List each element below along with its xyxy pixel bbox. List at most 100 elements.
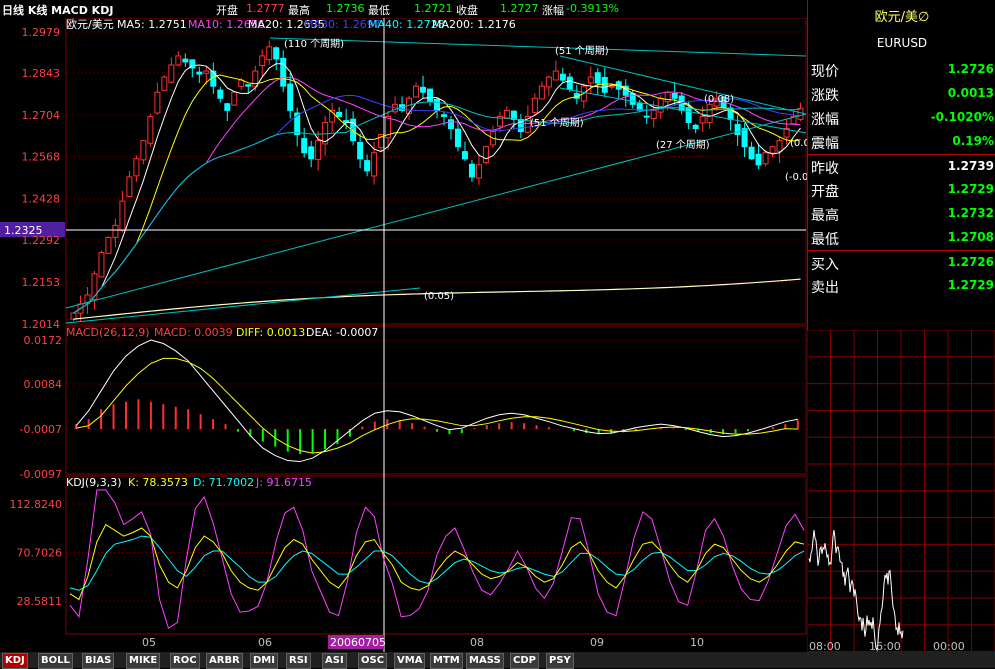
- low-value: 1.2721: [414, 2, 453, 15]
- candle-body: [566, 76, 573, 90]
- tab-vma[interactable]: VMA: [394, 653, 426, 669]
- quote-row-value: 1.2739: [947, 159, 994, 173]
- month-tick-label: 10: [690, 636, 704, 649]
- tab-mass[interactable]: MASS: [466, 653, 504, 669]
- indicator-tab-bar: KDJ BOLL BIAS MIKE ROC ARBR DMI RSI ASI OSC VMA MTM…: [0, 652, 995, 669]
- quote-row-value: 1.2726: [947, 62, 994, 76]
- mini-time-label: 16:00: [869, 640, 901, 652]
- candle-body: [531, 97, 538, 113]
- tab-kdj[interactable]: KDJ: [2, 653, 28, 669]
- candle-body: [427, 88, 434, 102]
- tab-boll[interactable]: BOLL: [38, 653, 73, 669]
- candle-body: [643, 115, 650, 118]
- candle-body: [454, 128, 461, 148]
- tab-arbr[interactable]: ARBR: [206, 653, 243, 669]
- quote-row-label: 最低: [811, 232, 839, 248]
- candle-body: [636, 103, 643, 111]
- quote-row: 昨收 1.2739: [808, 154, 995, 179]
- chart-area[interactable]: 1.2325(110 个周期)(51 个周期)(51 个周期)(27 个周期)(…: [0, 18, 807, 652]
- month-tick-label: 08: [470, 636, 484, 649]
- price-tick-label: 1.2292: [22, 234, 61, 247]
- open-value: 1.2777: [246, 2, 285, 15]
- candle-body: [552, 70, 559, 81]
- tab-psy[interactable]: PSY: [546, 653, 574, 669]
- tab-asi[interactable]: ASI: [322, 653, 347, 669]
- close-value: 1.2727: [500, 2, 539, 15]
- quote-row-label: 开盘: [811, 184, 839, 200]
- quote-row: 最高 1.2732: [808, 202, 995, 226]
- candle-body: [587, 76, 594, 84]
- quote-row-value: 1.2729: [947, 278, 994, 292]
- quote-row-value: -0.1020%: [930, 110, 994, 124]
- period-annotation: (0.0: [790, 138, 807, 149]
- tab-osc[interactable]: OSC: [358, 653, 388, 669]
- quote-row-label: 卖出: [811, 280, 839, 296]
- candle-body: [112, 224, 119, 238]
- quote-row: 震幅 0.19%: [808, 130, 995, 154]
- tab-cdp[interactable]: CDP: [510, 653, 539, 669]
- quote-row: 涨跌 0.0013: [808, 82, 995, 106]
- candle-body: [482, 146, 489, 164]
- candle-body: [315, 140, 322, 160]
- tab-roc[interactable]: ROC: [170, 653, 200, 669]
- candle-body: [119, 200, 126, 231]
- candle-body: [266, 46, 273, 61]
- candle-body: [420, 86, 427, 93]
- candle-body: [748, 146, 755, 160]
- intraday-mini-chart[interactable]: 08:00 16:00 00:00: [807, 330, 995, 652]
- kdj-legend-d: D: 71.7002: [193, 476, 254, 489]
- candle-body: [594, 72, 601, 84]
- intraday-price-line: [808, 529, 904, 652]
- candle-body: [98, 252, 105, 278]
- ma-legend-symbol: 欧元/美元: [66, 18, 114, 31]
- macd-tick-label: 0.0084: [24, 378, 63, 391]
- kdj-tick-label: 112.8240: [10, 498, 63, 511]
- candle-body: [364, 160, 371, 172]
- candle-body: [217, 89, 224, 99]
- panel-frame: [65, 475, 807, 635]
- change-label: 涨幅: [542, 4, 564, 17]
- change-value: -0.3913%: [566, 2, 619, 15]
- period-annotation: (110 个周期): [284, 38, 344, 50]
- candle-body: [70, 312, 77, 320]
- tab-mike[interactable]: MIKE: [126, 653, 161, 669]
- macd-diff-line: [75, 339, 798, 463]
- candle-body: [685, 106, 692, 123]
- period-annotation: (51 个周期): [530, 117, 584, 129]
- candle-body: [755, 153, 762, 166]
- macd-panel: [75, 339, 799, 463]
- trendline: [65, 287, 421, 324]
- month-tick-label: 09: [590, 636, 604, 649]
- quote-row: 卖出 1.2729: [808, 274, 995, 298]
- candle-body: [259, 55, 266, 67]
- candle-body: [601, 76, 608, 93]
- candle-body: [475, 164, 482, 179]
- tab-dmi[interactable]: DMI: [250, 653, 278, 669]
- macd-tick-label: -0.0097: [20, 468, 62, 481]
- tab-bias[interactable]: BIAS: [82, 653, 115, 669]
- quote-row: 开盘 1.2729: [808, 178, 995, 202]
- candle-body: [168, 64, 175, 83]
- tab-rsi[interactable]: RSI: [286, 653, 311, 669]
- candle-body: [776, 140, 783, 152]
- candle-body: [140, 140, 147, 161]
- quote-symbol: EURUSD: [876, 36, 928, 50]
- candle-body: [308, 146, 315, 160]
- mini-time-label: 08:00: [809, 640, 841, 652]
- candle-body: [671, 93, 678, 99]
- high-label: 最高: [288, 4, 310, 17]
- candle-body: [741, 128, 748, 148]
- mini-time-label: 00:00: [933, 640, 965, 652]
- ma-legend-ma200: MA200: 1.2176: [432, 18, 516, 31]
- candle-body: [182, 58, 189, 63]
- candle-body: [769, 146, 776, 154]
- candle-body: [461, 151, 468, 160]
- candle-body: [468, 163, 475, 178]
- candle-body: [503, 109, 510, 120]
- candle-body: [545, 76, 552, 88]
- low-label: 最低: [368, 4, 390, 17]
- period-annotation: (0.08): [704, 94, 734, 105]
- tab-mtm[interactable]: MTM: [430, 653, 463, 669]
- ma30-line: [73, 94, 801, 314]
- candle-body: [105, 236, 112, 254]
